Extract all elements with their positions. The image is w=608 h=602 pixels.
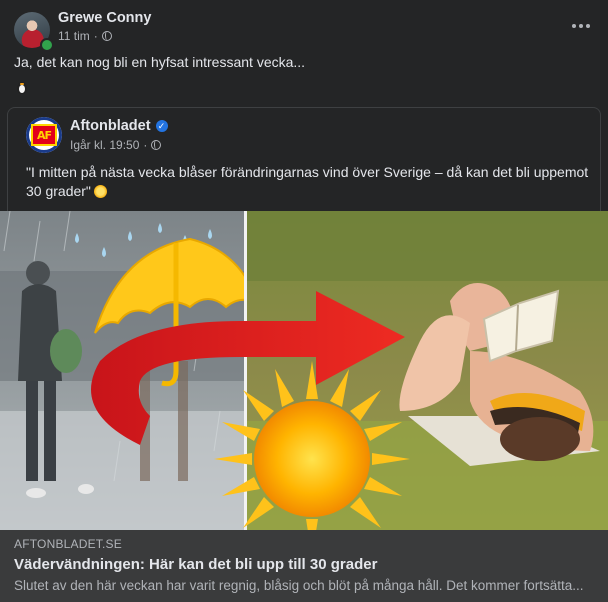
more-options-button[interactable]: [566, 12, 596, 40]
author-name[interactable]: Grewe Conny: [58, 10, 151, 26]
shared-post-text: "I mitten på nästa vecka blåser förändri…: [26, 163, 596, 201]
link-preview-image[interactable]: [0, 211, 608, 530]
dot-icon: [579, 24, 583, 28]
link-headline[interactable]: Vädervändningen: Här kan det bli upp til…: [14, 556, 377, 573]
online-status-icon: [40, 38, 54, 52]
shared-timestamp[interactable]: Igår kl. 19:50: [70, 138, 139, 152]
page-name-text[interactable]: Aftonbladet: [70, 118, 151, 134]
aftonbladet-logo[interactable]: AF: [26, 117, 62, 153]
verified-badge-icon: ✓: [155, 120, 168, 132]
public-globe-icon: [151, 140, 162, 150]
public-globe-icon: [101, 31, 112, 41]
meta-separator: ·: [143, 138, 148, 152]
dot-icon: [586, 24, 590, 28]
post-text: Ja, det kan nog bli en hyfsat intressant…: [14, 54, 306, 70]
dot-icon: [572, 24, 576, 28]
post-timestamp[interactable]: 11 tim: [58, 29, 90, 43]
quote-text: "I mitten på nästa vecka blåser förändri…: [26, 164, 589, 199]
sun-emoji-icon: [93, 185, 107, 198]
shared-post-meta: Igår kl. 19:50 ·: [70, 138, 162, 152]
penguin-emoji-icon: [16, 80, 28, 94]
link-domain: AFTONBLADET.SE: [14, 537, 122, 551]
logo-mark: AF: [31, 124, 57, 146]
meta-separator: ·: [93, 29, 98, 43]
weather-illustration: [0, 211, 608, 530]
feed-post: Grewe Conny 11 tim · Ja, det kan nog bli…: [0, 0, 608, 602]
shared-page-name: Aftonbladet ✓: [70, 118, 168, 134]
post-meta: 11 tim ·: [58, 29, 112, 43]
link-description: Slutet av den här veckan har varit regni…: [14, 578, 584, 593]
